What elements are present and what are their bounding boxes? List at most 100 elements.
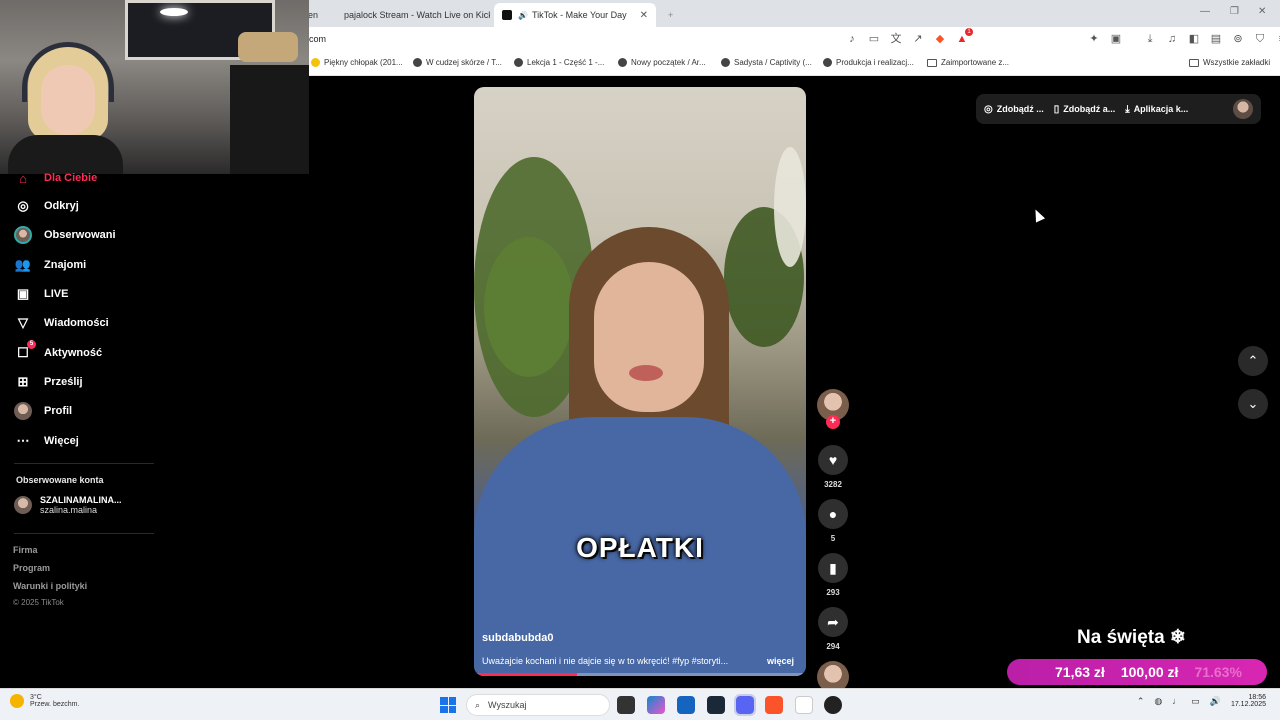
sidebar-item-friends[interactable]: 👥 Znajomi <box>14 255 86 275</box>
video-progress-fill <box>474 673 577 676</box>
bookmark-item[interactable]: W cudzej skórze / T... <box>413 58 502 67</box>
bookmark-label: Produkcja i realizacj... <box>836 58 914 67</box>
menu-icon[interactable]: ≡ <box>1275 32 1280 46</box>
bookmark-item[interactable]: Piękny chłopak (201... <box>311 58 403 67</box>
windows-start-icon[interactable] <box>440 697 456 713</box>
avatar <box>14 496 32 514</box>
no-sound-icon[interactable]: ♪ <box>845 32 859 46</box>
network-icon[interactable]: ◍ <box>1154 696 1162 707</box>
creator-avatar[interactable]: + <box>817 389 849 429</box>
shield-icon[interactable]: ⛉ <box>1253 32 1267 46</box>
brave-rewards-icon[interactable]: ▲ 1 <box>955 28 973 46</box>
display-icon[interactable]: ▭ <box>1191 696 1200 707</box>
get-coins-button[interactable]: ◎ Zdobądź ... <box>984 104 1044 115</box>
sidebar-item-upload[interactable]: ⊞ Prześlij <box>14 372 83 392</box>
download-icon[interactable]: ⤓ <box>1143 32 1157 46</box>
tab-search-icon[interactable]: ▣ <box>1109 32 1123 46</box>
weather-text: 3°C Przew. bezchm. <box>30 694 79 708</box>
mouse-cursor-icon <box>1030 207 1046 223</box>
tray-chevron-icon[interactable]: ⌃ <box>1137 696 1145 707</box>
footer-link-company[interactable]: Firma <box>13 545 38 555</box>
all-bookmarks[interactable]: Wszystkie zakładki <box>1189 58 1270 67</box>
sidebar-item-activity[interactable]: ☐ 5 Aktywność <box>14 340 102 363</box>
save-button[interactable]: ▮ <box>818 553 848 583</box>
share-button[interactable]: ➦ <box>818 607 848 637</box>
bookmark-item[interactable]: Lekcja 1 - Część 1 -... <box>514 58 604 67</box>
share-arrow-icon: ➦ <box>827 613 839 630</box>
bookmark-label: Piękny chłopak (201... <box>324 58 403 67</box>
followed-account[interactable]: SZALINAMALINA... szalina.malina <box>14 495 122 515</box>
sidebar-item-label: Więcej <box>44 435 79 447</box>
bookmark-folder[interactable]: Zaimportowane z... <box>927 58 1009 67</box>
minimize-icon[interactable]: — <box>1200 6 1210 17</box>
sidebar-divider <box>14 533 154 534</box>
taskbar-search[interactable]: ⌕ Wyszukaj <box>466 694 610 716</box>
sidebar-item-for-you[interactable]: ⌂ Dla Ciebie <box>14 168 97 188</box>
discord-icon[interactable] <box>734 694 756 716</box>
restore-icon[interactable]: ❐ <box>1230 6 1239 17</box>
file-explorer-icon[interactable] <box>617 696 635 714</box>
wallet-icon[interactable]: ▤ <box>1209 32 1223 46</box>
sidebar-icon[interactable]: ◧ <box>1187 32 1201 46</box>
previous-video-button[interactable]: ⌃ <box>1238 346 1268 376</box>
clock[interactable]: 18:56 17.12.2025 <box>1231 694 1266 708</box>
close-tab-icon[interactable]: ✕ <box>640 10 648 21</box>
brave-shield-icon[interactable]: ◆ <box>933 32 947 46</box>
user-avatar[interactable] <box>1233 99 1253 119</box>
sidebar-item-live[interactable]: ▣ LIVE <box>14 284 69 304</box>
next-video-button[interactable]: ⌄ <box>1238 389 1268 419</box>
cast-icon[interactable]: ▭ <box>867 32 881 46</box>
notepad-icon[interactable] <box>795 696 813 714</box>
video-progress-bar[interactable] <box>474 673 806 676</box>
bookmark-item[interactable]: Nowy początek / Ar... <box>618 58 706 67</box>
get-app-button[interactable]: ▯ Zdobądź a... <box>1054 104 1116 115</box>
avatar <box>14 402 32 420</box>
share-icon[interactable]: ↗ <box>911 32 925 46</box>
plant-decor <box>774 147 806 267</box>
bookmark-label: W cudzej skórze / T... <box>426 58 502 67</box>
tab-kick[interactable]: pajalock Stream - Watch Live on Kick <box>330 3 490 27</box>
home-icon: ⌂ <box>19 170 27 186</box>
translate-icon[interactable]: 文 <box>889 32 903 46</box>
donation-goal: 100,00 zł <box>1120 664 1179 680</box>
store-icon[interactable] <box>677 696 695 714</box>
url-text[interactable]: com <box>309 34 326 44</box>
more-button[interactable]: więcej <box>767 656 794 666</box>
brave-icon[interactable] <box>765 696 783 714</box>
weather-widget[interactable]: 3°C Przew. bezchm. <box>10 694 79 708</box>
video-player[interactable]: OPŁATKI subdabubda0 Uważajcie kochani i … <box>474 87 806 676</box>
microphone-icon[interactable]: ♩ <box>1172 696 1181 706</box>
search-placeholder: Wyszukaj <box>488 700 527 710</box>
sidebar-item-following[interactable]: Obserwowani <box>14 225 116 245</box>
friends-icon: 👥 <box>14 257 32 272</box>
media-icon[interactable]: ♫ <box>1165 32 1179 46</box>
comment-button[interactable]: ● <box>818 499 848 529</box>
headset-icon <box>22 42 114 102</box>
copilot-icon[interactable] <box>647 696 665 714</box>
volume-icon[interactable]: 🔊 <box>1210 696 1221 707</box>
tab-tiktok[interactable]: 🔊 TikTok - Make Your Day ✕ <box>494 3 656 27</box>
extensions-icon[interactable]: ✦ <box>1087 32 1101 46</box>
sidebar-item-explore[interactable]: ◎ Odkryj <box>14 196 79 216</box>
bookmark-item[interactable]: Produkcja i realizacj... <box>823 58 914 67</box>
sidebar-item-profile[interactable]: Profil <box>14 401 72 421</box>
notification-badge: 5 <box>27 340 36 349</box>
follow-button[interactable]: + <box>826 415 840 429</box>
obs-icon[interactable] <box>824 696 842 714</box>
footer-link-terms[interactable]: Warunki i polityki <box>13 581 87 591</box>
footer-link-program[interactable]: Program <box>13 563 50 573</box>
weather-icon <box>10 694 24 708</box>
video-username[interactable]: subdabubda0 <box>482 632 554 644</box>
sidebar-item-messages[interactable]: ▽ Wiadomości <box>14 313 109 333</box>
bookmark-favicon-icon <box>413 58 422 67</box>
sidebar-item-more[interactable]: ⋯ Więcej <box>14 431 79 451</box>
like-button[interactable]: ♥ <box>818 445 848 475</box>
search-icon: ⌕ <box>475 699 481 710</box>
bookmark-item[interactable]: Sadysta / Captivity (... <box>721 58 812 67</box>
vpn-icon[interactable]: ⊚ <box>1231 32 1245 46</box>
steam-icon[interactable] <box>707 696 725 714</box>
folder-icon <box>927 58 937 67</box>
new-tab-button[interactable]: + <box>660 3 680 27</box>
desktop-app-button[interactable]: ⤓ Aplikacja k... <box>1125 104 1188 115</box>
close-window-icon[interactable]: ✕ <box>1258 6 1266 17</box>
